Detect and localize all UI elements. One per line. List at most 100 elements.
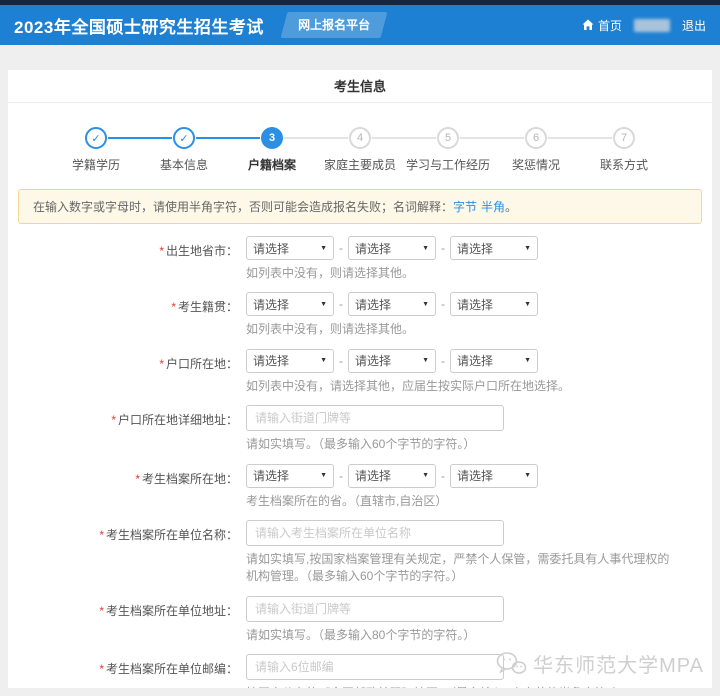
required-mark: * — [99, 603, 104, 618]
required-mark: * — [99, 527, 104, 542]
chevron-down-icon: ▼ — [524, 357, 531, 365]
step-label: 联系方式 — [600, 158, 649, 172]
birthplace-city-select[interactable]: 请选择 ▼ — [348, 236, 436, 260]
field-note: 如列表中没有，则请选择其他。 — [246, 266, 415, 280]
hukou-detail-address-row: *户口所在地详细地址： 请如实填写。（最多输入60个字节的字符。） — [8, 405, 712, 463]
required-mark: * — [99, 662, 104, 677]
step-label: 基本信息 — [160, 158, 209, 172]
home-link-label: 首页 — [597, 18, 622, 33]
platform-badge: 网上报名平台 — [280, 12, 388, 38]
field-note: 请如实填写。（最多输入80个字节的字符。） — [246, 627, 476, 642]
required-mark: * — [159, 244, 164, 258]
candidate-info-card: 考生信息 ✓ 学籍学历 ✓ 基本信息 3 户籍档案 4 家庭主要成员 5 学习与… — [8, 70, 712, 688]
chevron-down-icon: ▼ — [422, 472, 429, 480]
step-number: 6 — [525, 127, 547, 149]
select-separator: - — [339, 241, 343, 255]
field-label: 考生档案所在单位邮编： — [105, 662, 238, 677]
halfwidth-notice-bar: 在输入数字或字母时，请使用半角字符，否则可能会造成报名失败；名词解释：字节 半角。 — [18, 189, 702, 224]
step-label: 家庭主要成员 — [324, 158, 397, 172]
notice-text: 在输入数字或字母时，请使用半角字符，否则可能会造成报名失败；名词解释： — [33, 200, 454, 214]
archive-unit-name-row: *考生档案所在单位名称： 请如实填写,按国家档案管理有关规定，严禁个人保管，需委… — [8, 519, 712, 596]
required-mark: * — [135, 471, 140, 486]
native-place-city-select[interactable]: 请选择 ▼ — [348, 292, 436, 317]
field-note: 如列表中没有，则请选择其他。 — [246, 322, 415, 337]
step-connector — [548, 137, 612, 139]
step-check-icon: ✓ — [85, 127, 107, 149]
step-label: 学习与工作经历 — [406, 158, 491, 172]
archive-province-select[interactable]: 请选择 ▼ — [246, 463, 334, 488]
step-connector — [108, 137, 172, 139]
required-mark: * — [159, 356, 164, 371]
step-item-1: ✓ 学籍学历 — [72, 127, 120, 173]
archive-city-select[interactable]: 请选择 ▼ — [348, 463, 436, 488]
archive-location-row: * 考生档案所在地： 请选择 ▼ - 请选择 ▼ - 请选择 ▼ 考生档案所在的省。（直… — [8, 463, 712, 520]
birthplace-county-select[interactable]: 请选择 ▼ — [450, 236, 538, 260]
step-item-5: 5 学习与工作经历 — [406, 127, 490, 173]
field-label: 考生档案所在地： — [141, 471, 238, 486]
hukou-archive-form: * 出生地省市： 请选择 ▼ - 请选择 ▼ - 请选择 ▼ 如列表中没有，则请选择其他… — [8, 236, 712, 688]
step-item-3-current: 3 户籍档案 — [248, 127, 296, 173]
archive-county-select[interactable]: 请选择 ▼ — [450, 463, 538, 488]
step-indicator: ✓ 学籍学历 ✓ 基本信息 3 户籍档案 4 家庭主要成员 5 学习与工作经历 … — [8, 103, 712, 185]
field-label: 考生档案所在单位地址： — [105, 603, 238, 618]
birthplace-province-select[interactable]: 请选择 ▼ — [246, 236, 334, 260]
home-icon — [582, 19, 594, 30]
step-connector — [284, 137, 348, 139]
chevron-down-icon: ▼ — [320, 300, 327, 308]
select-separator: - — [441, 297, 445, 312]
required-mark: * — [111, 413, 116, 428]
step-item-6: 6 奖惩情况 — [512, 127, 560, 173]
archive-unit-name-input[interactable] — [246, 519, 504, 546]
step-number: 7 — [613, 127, 635, 149]
native-place-county-select[interactable]: 请选择 ▼ — [450, 292, 538, 317]
chevron-down-icon: ▼ — [422, 244, 429, 252]
field-note: 考生档案所在的省。（直辖市,自治区） — [246, 493, 448, 508]
step-label: 学籍学历 — [72, 158, 121, 172]
chevron-down-icon: ▼ — [422, 300, 429, 308]
field-note: 如列表中没有，请选择其他，应届生按实际户口所在地选择。 — [246, 378, 571, 393]
step-number: 3 — [261, 127, 283, 149]
site-title: 2023年全国硕士研究生招生考试 — [14, 17, 264, 37]
step-item-7: 7 联系方式 — [600, 127, 648, 173]
watermark: 华东师范大学MPA — [495, 649, 704, 678]
step-number: 4 — [349, 127, 371, 149]
hukou-location-row: * 户口所在地： 请选择 ▼ - 请选择 ▼ - 请选择 ▼ 如列表中没有，请选择其他，… — [8, 348, 712, 405]
select-separator: - — [339, 297, 343, 312]
home-link[interactable]: 首页 — [582, 17, 622, 34]
archive-unit-address-row: *考生档案所在单位地址： 请如实填写。（最多输入80个字节的字符。） — [8, 595, 712, 654]
app-header: 2023年全国硕士研究生招生考试 网上报名平台 首页 退出 — [0, 5, 720, 45]
native-place-province-select[interactable]: 请选择 ▼ — [246, 292, 334, 317]
field-label: 出生地省市： — [165, 244, 238, 258]
step-connector — [372, 137, 436, 139]
chevron-down-icon: ▼ — [524, 300, 531, 308]
chevron-down-icon: ▼ — [320, 357, 327, 365]
step-item-2: ✓ 基本信息 — [160, 127, 208, 173]
page-title: 考生信息 — [8, 70, 712, 103]
byte-definition-link[interactable]: 字节 — [453, 200, 477, 214]
field-note: 请如实填写,按国家档案管理有关规定，严禁个人保管，需委托具有人事代理权的机构管理… — [246, 551, 670, 584]
hukou-province-select[interactable]: 请选择 ▼ — [246, 348, 334, 373]
watermark-text: 华东师范大学MPA — [533, 655, 704, 677]
logout-link[interactable]: 退出 — [682, 17, 706, 34]
field-label: 户口所在地： — [165, 356, 238, 371]
step-label: 户籍档案 — [248, 158, 297, 172]
hukou-city-select[interactable]: 请选择 ▼ — [348, 348, 436, 373]
step-item-4: 4 家庭主要成员 — [324, 127, 396, 173]
native-place-row: * 考生籍贯： 请选择 ▼ - 请选择 ▼ - 请选择 ▼ 如列表中没有，则请选择其他。 — [8, 292, 712, 348]
select-separator: - — [441, 353, 445, 368]
step-label: 奖惩情况 — [512, 158, 561, 172]
hukou-detail-address-input[interactable] — [246, 405, 504, 432]
archive-unit-postcode-input[interactable] — [246, 654, 504, 681]
notice-period: 。 — [505, 200, 518, 214]
hukou-county-select[interactable]: 请选择 ▼ — [450, 348, 538, 373]
step-connector — [196, 137, 260, 139]
field-note: 请如实填写。（最多输入60个字节的字符。） — [246, 437, 476, 452]
username-blur — [633, 18, 670, 32]
halfwidth-definition-link[interactable]: 半角 — [481, 200, 505, 214]
chevron-down-icon: ▼ — [320, 244, 327, 252]
field-label: 户口所在地详细地址： — [117, 413, 238, 428]
wechat-icon — [496, 651, 527, 674]
chevron-down-icon: ▼ — [524, 472, 531, 480]
platform-badge-label: 网上报名平台 — [297, 18, 370, 32]
archive-unit-address-input[interactable] — [246, 595, 504, 622]
